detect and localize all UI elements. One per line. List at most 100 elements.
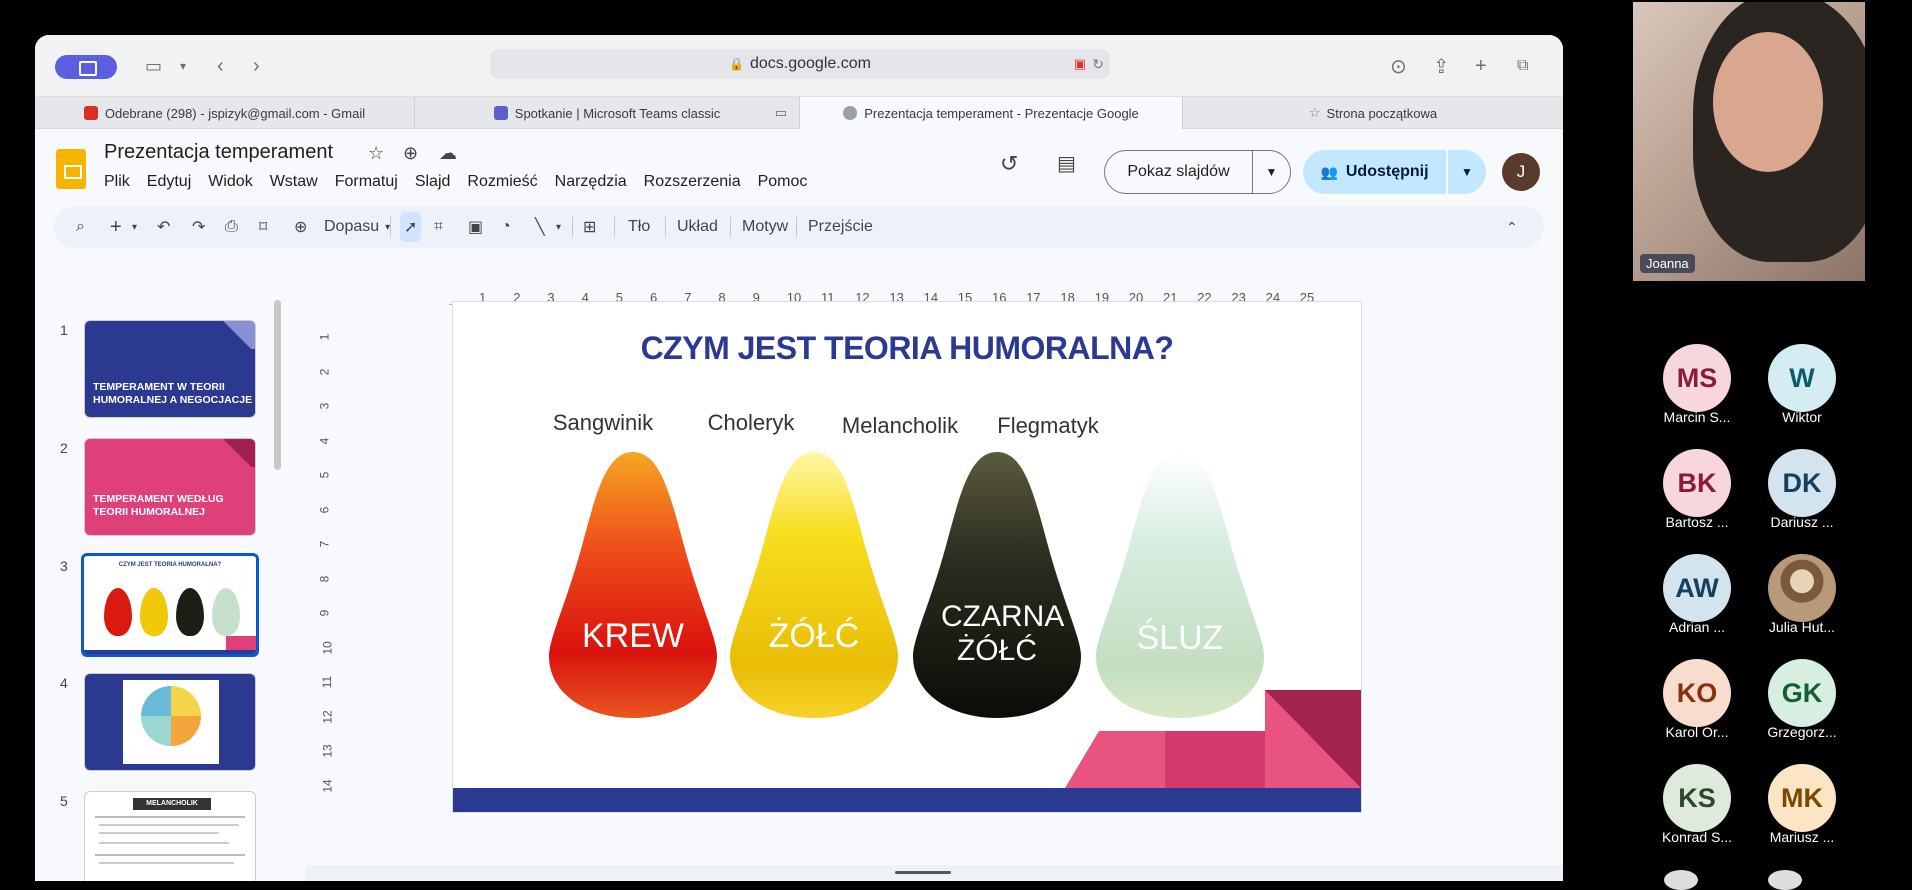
participant-avatar: BK <box>1663 449 1731 517</box>
menu-help[interactable]: Pomoc <box>758 173 808 191</box>
share-page-icon[interactable]: ⇪ <box>1433 53 1450 79</box>
slide-thumbnail-3[interactable]: CZYM JEST TEORIA HUMORALNA? <box>81 553 259 657</box>
thumb-bottom-bar <box>84 650 256 654</box>
image-icon[interactable]: ▣ <box>468 206 483 248</box>
participant-tile[interactable]: MS Marcin S... <box>1647 344 1747 425</box>
slides-logo-icon[interactable] <box>56 149 86 189</box>
fluid-label-yellow-bile[interactable]: ŻÓŁĆ <box>730 618 898 654</box>
new-tab-icon[interactable]: + <box>1475 53 1487 79</box>
fluid-label-black-bile[interactable]: CZARNA ŻÓŁĆ <box>941 600 1064 668</box>
downloads-icon[interactable]: ⊙ <box>1390 53 1407 79</box>
slide-thumbnail-1[interactable]: TEMPERAMENT W TEORII HUMORALNEJ A NEGOCJ… <box>84 320 256 418</box>
redo-icon[interactable]: ↷ <box>192 206 205 248</box>
fluid-label-phlegm[interactable]: ŚLUZ <box>1096 620 1264 656</box>
forward-icon[interactable]: › <box>253 53 260 79</box>
select-cursor-icon[interactable]: ➚ <box>400 212 422 242</box>
menu-slide[interactable]: Slajd <box>415 173 451 191</box>
tab-google-slides[interactable]: Prezentacja temperament - Prezentacje Go… <box>800 97 1183 129</box>
chevron-down-icon[interactable]: ▾ <box>180 53 186 79</box>
slide-thumbnail-2[interactable]: TEMPERAMENT WEDŁUG TEORII HUMORALNEJ <box>84 438 256 536</box>
chevron-down-icon[interactable]: ▼ <box>1253 165 1290 179</box>
slide-thumbnail-4[interactable] <box>84 673 256 771</box>
tab-teams[interactable]: Spotkanie | Microsoft Teams classic ▭ <box>415 97 800 129</box>
slide-title[interactable]: CZYM JEST TEORIA HUMORALNA? <box>453 330 1361 367</box>
reload-icon[interactable]: ↻ <box>1092 56 1104 73</box>
comments-icon[interactable]: ▤ <box>1057 151 1076 176</box>
slide-canvas[interactable]: 1 2 3 4 5 6 7 8 9 10 11 12 13 14 15 16 17 18 19 20 21 22 23 24 2… <box>305 260 1563 881</box>
participant-tile[interactable]: MK Mariusz ... <box>1752 764 1852 845</box>
search-menus-icon[interactable]: ⌕ <box>76 206 85 248</box>
participant-tile[interactable]: KS Konrad S... <box>1647 764 1747 845</box>
text-box-icon[interactable]: ⌗ <box>434 206 443 248</box>
notes-resize-handle[interactable] <box>895 871 951 874</box>
paint-format-icon[interactable]: ⌑ <box>259 206 267 248</box>
account-avatar[interactable]: J <box>1502 153 1540 191</box>
drop-black-bile[interactable] <box>913 450 1081 718</box>
thumb-text: TEMPERAMENT W TEORII HUMORALNEJ A NEGOCJ… <box>93 381 253 406</box>
transition-button[interactable]: Przejście <box>808 206 873 248</box>
share-button[interactable]: 👥 Udostępnij ▼ <box>1303 150 1486 194</box>
share-label[interactable]: 👥 Udostępnij <box>1303 150 1448 194</box>
filmstrip-scrollbar[interactable] <box>274 300 281 470</box>
ruler-tick-label: 7 <box>317 540 332 548</box>
slide-thumbnail-5[interactable]: MELANCHOLIK <box>84 791 256 881</box>
print-icon[interactable]: ⎙ <box>225 206 238 248</box>
menu-format[interactable]: Formatuj <box>335 173 398 191</box>
theme-button[interactable]: Motyw <box>742 206 788 248</box>
drop-phlegm[interactable] <box>1096 450 1264 718</box>
menu-edit[interactable]: Edytuj <box>147 173 191 191</box>
type-label-phlegmatic[interactable]: Flegmatyk <box>953 413 1143 439</box>
sidebar-toggle-icon[interactable]: ▭ <box>145 53 162 79</box>
star-icon[interactable]: ☆ <box>368 143 384 164</box>
zoom-icon[interactable]: ⊕ <box>294 206 307 248</box>
slide-number: 3 <box>60 558 68 574</box>
participant-tile[interactable]: AW Adrian ... <box>1647 554 1747 635</box>
participant-avatar: GK <box>1768 659 1836 727</box>
profile-pill-button[interactable] <box>55 55 117 79</box>
picture-in-picture-icon[interactable]: ▭ <box>775 105 787 121</box>
menu-insert[interactable]: Wstaw <box>270 173 318 191</box>
move-folder-icon[interactable]: ⊕ <box>403 143 418 164</box>
drop-yellow-bile[interactable] <box>730 450 898 718</box>
chevron-down-icon[interactable]: ▼ <box>1448 165 1486 179</box>
slideshow-button[interactable]: Pokaz slajdów ▼ <box>1104 150 1291 194</box>
chevron-down-icon[interactable]: ▾ <box>556 206 561 248</box>
add-comment-icon[interactable]: ⊞ <box>583 206 596 248</box>
menu-view[interactable]: Widok <box>208 173 252 191</box>
participant-tile[interactable]: GK Grzegorz... <box>1752 659 1852 740</box>
layout-button[interactable]: Układ <box>677 206 718 248</box>
collapse-toolbar-icon[interactable]: ⌃ <box>1506 206 1518 248</box>
participant-tile[interactable]: W Wiktor <box>1752 344 1852 425</box>
drop-blood[interactable] <box>549 450 717 718</box>
participant-tile[interactable]: KO Karol Or... <box>1647 659 1747 740</box>
line-icon[interactable]: ╲ <box>535 206 545 248</box>
address-bar[interactable]: 🔒 docs.google.com ▣ ↻ <box>490 49 1110 79</box>
new-slide-icon[interactable]: + <box>110 206 122 248</box>
document-title[interactable]: Prezentacja temperament <box>104 141 333 164</box>
menu-extensions[interactable]: Rozszerzenia <box>644 173 741 191</box>
background-button[interactable]: Tło <box>628 206 650 248</box>
tab-home[interactable]: ☆ Strona początkowa <box>1183 97 1563 129</box>
fluid-label-blood[interactable]: KREW <box>549 618 717 654</box>
tab-overview-icon[interactable]: ⧉ <box>1517 53 1528 79</box>
menu-file[interactable]: Plik <box>104 173 130 191</box>
cloud-status-icon[interactable]: ☁ <box>439 143 457 164</box>
camera-icon[interactable]: ▣ <box>1074 56 1086 72</box>
version-history-icon[interactable]: ↺ <box>1000 151 1018 177</box>
chevron-down-icon[interactable]: ▾ <box>132 206 137 248</box>
participant-photo-avatar <box>1768 554 1836 622</box>
participant-tile[interactable]: BK Bartosz ... <box>1647 449 1747 530</box>
back-icon[interactable]: ‹ <box>217 53 224 79</box>
shape-icon[interactable]: ◔ <box>501 206 511 248</box>
undo-icon[interactable]: ↶ <box>157 206 170 248</box>
ruler-tick-label: 6 <box>317 506 332 513</box>
zoom-select[interactable]: Dopasu ▾ <box>324 206 390 248</box>
speaker-video[interactable]: Joanna <box>1633 2 1865 281</box>
participant-tile[interactable]: Julia Hut... <box>1752 554 1852 635</box>
current-slide[interactable]: CZYM JEST TEORIA HUMORALNA? Sangwinik Ch… <box>453 302 1361 812</box>
participant-tile[interactable]: DK Dariusz ... <box>1752 449 1852 530</box>
menu-arrange[interactable]: Rozmieść <box>467 173 537 191</box>
slideshow-label[interactable]: Pokaz slajdów <box>1105 151 1253 193</box>
tab-gmail[interactable]: Odebrane (298) - jspizyk@gmail.com - Gma… <box>35 97 415 129</box>
menu-tools[interactable]: Narzędzia <box>555 173 627 191</box>
